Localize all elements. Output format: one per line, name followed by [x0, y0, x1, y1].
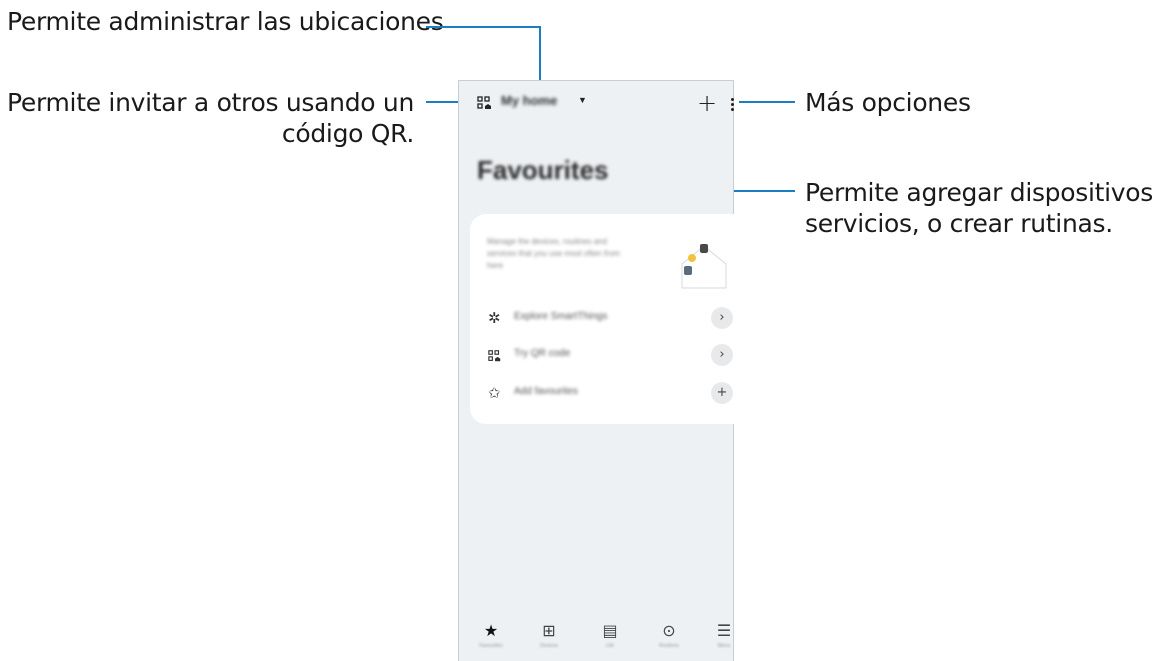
list-item-label: Explore SmartThings [514, 311, 608, 322]
tab-label: Menu [717, 643, 731, 649]
tab-label: Life [605, 643, 615, 649]
star-icon: ★ [483, 621, 499, 640]
tab-label: Routines [659, 643, 679, 649]
callout-invite-line2: código QR. [281, 119, 414, 148]
house-illustration-icon [681, 244, 727, 289]
list-item-add-favourites[interactable]: ✩ Add favourites + [470, 379, 748, 407]
callout-more-options: Más opciones [805, 88, 971, 117]
callout-add: Permite agregar dispositivos o servicios… [805, 177, 1153, 239]
page-title: Favourites [477, 155, 609, 185]
favourites-card: Manage the devices, routines and service… [470, 214, 748, 424]
phone-screen: My home ▼ + Favourites Manage the device… [458, 80, 748, 661]
callout-invite: Permite invitar a otros usando un código… [7, 87, 414, 149]
tab-label: Devices [540, 643, 558, 649]
location-selector[interactable]: My home [501, 93, 557, 108]
menu-icon: ☰ [716, 621, 732, 640]
qr-code-icon [488, 350, 501, 362]
leader-locations-h [426, 26, 541, 28]
more-options-icon[interactable] [731, 98, 734, 112]
tab-menu[interactable]: ☰ Menu [709, 621, 739, 649]
tab-devices[interactable]: ⊞ Devices [529, 621, 569, 649]
list-item-explore[interactable]: ✲ Explore SmartThings › [470, 304, 748, 332]
explore-icon: ✲ [488, 310, 501, 327]
bottom-navigation: ★ Favourites ⊞ Devices ▤ Life ⊙ Routines… [459, 621, 735, 661]
location-dropdown-icon[interactable]: ▼ [578, 95, 587, 105]
life-icon: ▤ [602, 621, 618, 640]
tab-favourites[interactable]: ★ Favourites [471, 621, 511, 649]
callout-add-line2: servicios, o crear rutinas. [805, 209, 1113, 238]
tab-routines[interactable]: ⊙ Routines [649, 621, 689, 649]
list-item-qr[interactable]: Try QR code › [470, 341, 748, 369]
list-item-label: Try QR code [514, 348, 571, 359]
star-icon: ✩ [488, 385, 501, 402]
callout-invite-line1: Permite invitar a otros usando un [6, 88, 414, 117]
chevron-right-icon[interactable]: › [711, 344, 733, 366]
chevron-right-icon[interactable]: › [711, 307, 733, 329]
routines-icon: ⊙ [662, 621, 676, 640]
callout-add-line1: Permite agregar dispositivos o [805, 178, 1153, 207]
plus-icon[interactable]: + [711, 382, 733, 404]
tab-label: Favourites [479, 643, 503, 649]
qr-invite-icon[interactable] [477, 96, 493, 110]
leader-more [739, 101, 795, 103]
add-button[interactable]: + [697, 89, 717, 117]
card-description: Manage the devices, routines and service… [487, 237, 620, 270]
devices-icon: ⊞ [542, 621, 556, 640]
callout-locations: Permite administrar las ubicaciones [7, 7, 444, 36]
tab-life[interactable]: ▤ Life [590, 621, 630, 649]
list-item-label: Add favourites [514, 386, 578, 397]
